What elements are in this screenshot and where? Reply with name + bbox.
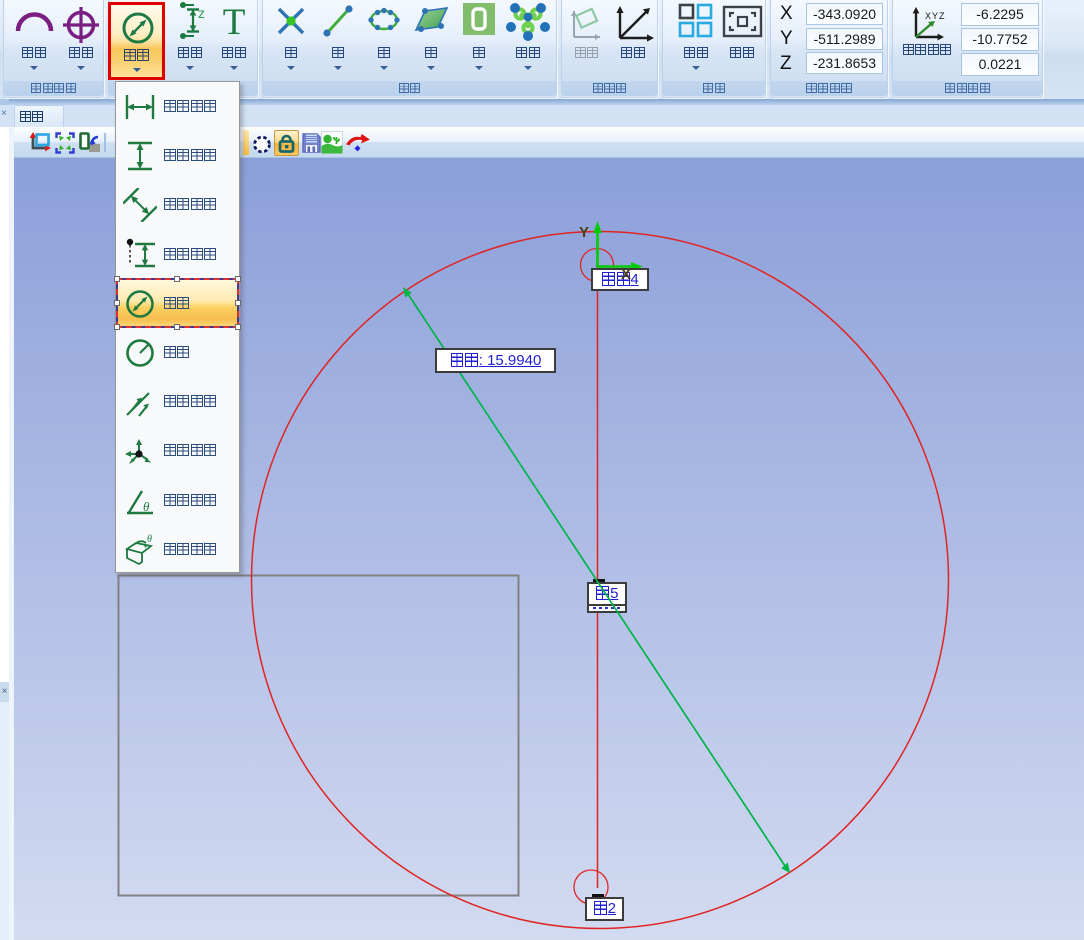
svg-text:θ: θ bbox=[147, 534, 152, 545]
svg-text:θ: θ bbox=[143, 499, 150, 514]
